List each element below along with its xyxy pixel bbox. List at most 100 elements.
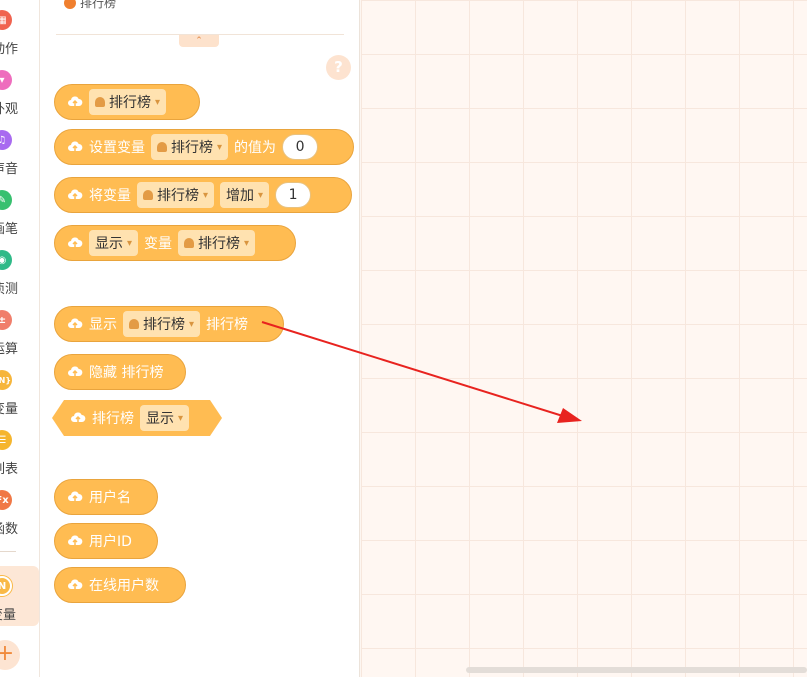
cloud-upload-icon [68,189,83,199]
block-text: 排行榜 [206,317,249,333]
palette-header: 排行榜 [64,0,116,11]
category-lists[interactable]: ☰ 列表 [0,422,40,482]
block-palette: 排行榜 ⌃ ? 排行榜 ▾ 设置变量 排行榜 ▾ 的值为 0 将变量 排行榜 ▾ 增加… [40,0,360,677]
sensor-icon: ◉ [0,250,12,270]
variable-dropdown[interactable]: 排行榜 ▾ [123,311,201,337]
category-label: 声音 [0,162,19,177]
category-motion[interactable]: ▦ 动作 [0,2,40,62]
chevron-down-icon: ▾ [178,412,184,424]
block-text: 将变量 [89,188,131,204]
block-text: 设置变量 [89,140,145,156]
user-icon [157,142,167,152]
cloud-upload-icon [68,535,83,545]
variable-dropdown[interactable]: 排行榜 ▾ [151,134,229,160]
dropdown-value: 排行榜 [109,95,151,111]
block-text: 变量 [144,236,173,252]
chevron-down-icon: ▾ [189,318,195,330]
mode-dropdown[interactable]: 显示 ▾ [140,405,189,431]
cloud-upload-icon [70,410,86,426]
block-text: 排行榜 [92,411,134,427]
user-icon [184,238,195,248]
show-variable-block[interactable]: 显示 ▾ 变量 排行榜 ▾ [54,225,296,261]
category-label: 变量 [0,402,19,417]
music-icon: ♫ [0,130,12,150]
user-id-reporter-block[interactable]: 用户ID [54,523,158,559]
add-extension-button[interactable]: + [0,640,20,670]
variable-dropdown[interactable]: 排行榜 ▾ [178,230,256,256]
chevron-down-icon: ▾ [244,237,250,249]
block-text: 显示 [89,317,117,333]
chevron-down-icon: ▾ [258,189,264,201]
category-functions[interactable]: Fx 函数 [0,482,40,542]
category-cloud-variables[interactable]: N 变量 [0,568,40,628]
dropdown-value: 显示 [146,411,174,427]
category-looks[interactable]: ▾ 外观 [0,62,40,122]
leaderboard-icon [64,0,76,9]
film-icon: ▦ [0,10,12,30]
set-variable-block[interactable]: 设置变量 排行榜 ▾ 的值为 0 [54,129,354,165]
online-users-reporter-block[interactable]: 在线用户数 [54,567,186,603]
category-variables[interactable]: {N} 变量 [0,362,40,422]
block-text: 的值为 [234,140,277,156]
change-variable-block[interactable]: 将变量 排行榜 ▾ 增加 ▾ 1 [54,177,352,213]
block-text: 隐藏 排行榜 [89,365,164,381]
variable-reporter-block[interactable]: 排行榜 ▾ [54,84,200,120]
user-icon [143,190,153,200]
function-icon: Fx [0,490,12,510]
dropdown-value: 显示 [95,236,123,252]
cloud-upload-icon [68,318,83,328]
shirt-icon: ▾ [0,70,12,90]
operation-dropdown[interactable]: 增加 ▾ [220,182,270,208]
chevron-down-icon: ▾ [217,141,223,153]
block-text: 在线用户数 [89,578,159,594]
category-label: 动作 [0,42,19,57]
category-sound[interactable]: ♫ 声音 [0,122,40,182]
user-icon [95,97,105,107]
palette-header-label: 排行榜 [80,0,117,10]
chevron-up-icon: ⌃ [195,36,203,46]
chevron-down-icon: ▾ [127,237,133,249]
category-sidebar: ▦ 动作 ▾ 外观 ♫ 声音 ✎ 画笔 ◉ 侦测 ± 运算 {N} 变量 ☰ 列… [0,0,40,677]
cloud-upload-icon [68,579,83,589]
show-leaderboard-block[interactable]: 显示 排行榜 ▾ 排行榜 [54,306,284,342]
hide-leaderboard-block[interactable]: 隐藏 排行榜 [54,354,186,390]
category-label: 变量 [0,608,17,623]
cloud-upload-icon [68,491,83,501]
category-separator [0,551,16,552]
help-button[interactable]: ? [326,55,351,80]
mode-dropdown[interactable]: 显示 ▾ [89,230,139,256]
amount-input[interactable]: 1 [275,182,312,208]
dropdown-value: 排行榜 [198,236,241,252]
category-operators[interactable]: ± 运算 [0,302,40,362]
category-label: 画笔 [0,222,19,237]
category-label: 列表 [0,462,19,477]
dropdown-value: 排行榜 [171,140,213,156]
category-label: 外观 [0,102,19,117]
cloud-upload-icon [68,237,83,247]
variable-dropdown[interactable]: 排行榜 ▾ [89,89,167,115]
value-input[interactable]: 0 [282,134,319,160]
block-text: 用户名 [89,490,131,506]
category-sensing[interactable]: ◉ 侦测 [0,242,40,302]
category-label: 函数 [0,522,19,537]
chevron-down-icon: ▾ [203,189,209,201]
variable-icon: {N} [0,370,12,390]
cloud-upload-icon [68,141,83,151]
username-reporter-block[interactable]: 用户名 [54,479,158,515]
variable-dropdown[interactable]: 排行榜 ▾ [137,182,215,208]
cloud-upload-icon [68,366,83,376]
horizontal-scrollbar[interactable] [466,667,807,673]
code-workspace[interactable] [361,0,807,677]
question-icon: ? [334,58,343,76]
block-text: 用户ID [89,534,132,550]
dropdown-value: 排行榜 [157,188,199,204]
cloud-upload-icon [68,96,83,106]
category-pen[interactable]: ✎ 画笔 [0,182,40,242]
pen-icon: ✎ [0,190,12,210]
dropdown-value: 排行榜 [143,317,185,333]
chevron-down-icon: ▾ [155,96,161,108]
leaderboard-visible-block[interactable]: 排行榜 显示 ▾ [52,400,222,436]
collapse-button[interactable]: ⌃ [179,35,219,47]
math-icon: ± [0,310,12,330]
cloud-variable-icon: N [0,576,12,596]
